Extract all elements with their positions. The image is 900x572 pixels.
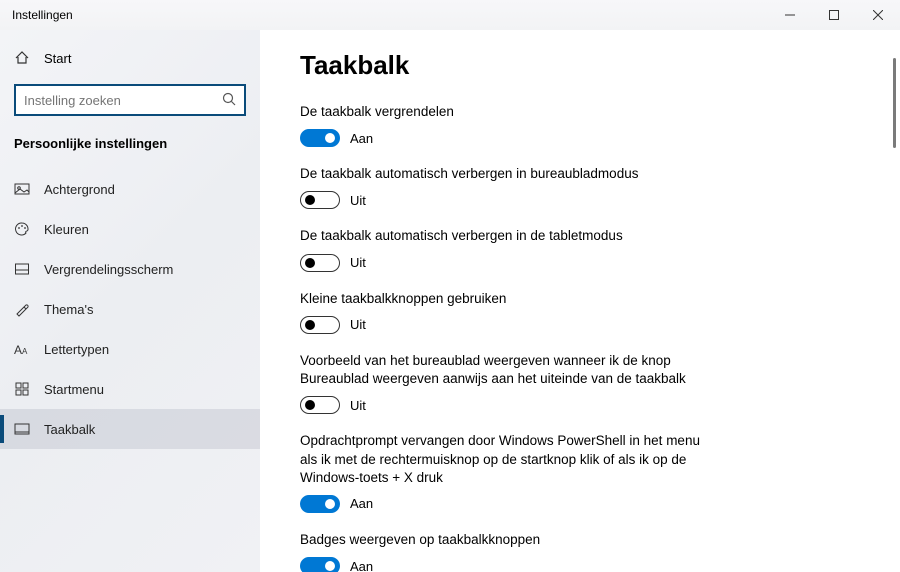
setting-label: Kleine taakbalkknoppen gebruiken — [300, 290, 710, 308]
sidebar-item-themas[interactable]: Thema's — [0, 289, 260, 329]
toggle-state: Uit — [350, 255, 366, 270]
toggle-switch[interactable] — [300, 191, 340, 209]
font-icon: AA — [14, 341, 30, 357]
setting-row: De taakbalk automatisch verbergen in bur… — [300, 165, 710, 209]
toggle-switch[interactable] — [300, 557, 340, 572]
maximize-button[interactable] — [812, 0, 856, 30]
search-icon — [222, 92, 236, 109]
toggle-state: Uit — [350, 317, 366, 332]
setting-label: De taakbalk automatisch verbergen in bur… — [300, 165, 710, 183]
scrollbar[interactable] — [893, 58, 896, 148]
sidebar-item-label: Vergrendelingsscherm — [44, 262, 173, 277]
setting-row: De taakbalk automatisch verbergen in de … — [300, 227, 710, 271]
sidebar-item-startmenu[interactable]: Startmenu — [0, 369, 260, 409]
sidebar-item-vergrendelingsscherm[interactable]: Vergrendelingsscherm — [0, 249, 260, 289]
sidebar-item-label: Thema's — [44, 302, 93, 317]
home-link[interactable]: Start — [0, 44, 260, 80]
setting-row: Voorbeeld van het bureaublad weergeven w… — [300, 352, 710, 414]
taskbar-icon — [14, 421, 30, 437]
setting-label: Badges weergeven op taakbalkknoppen — [300, 531, 710, 549]
toggle-state: Aan — [350, 131, 373, 146]
picture-icon — [14, 181, 30, 197]
setting-row: Kleine taakbalkknoppen gebruiken Uit — [300, 290, 710, 334]
home-icon — [14, 50, 30, 66]
page-title: Taakbalk — [300, 50, 870, 81]
toggle-state: Uit — [350, 193, 366, 208]
toggle-state: Aan — [350, 559, 373, 572]
main-pane: Taakbalk De taakbalk vergrendelenAanDe t… — [260, 30, 900, 572]
toggle-state: Aan — [350, 496, 373, 511]
setting-row: De taakbalk vergrendelen Aan — [300, 103, 710, 147]
setting-row: Opdrachtprompt vervangen door Windows Po… — [300, 432, 710, 513]
toggle-switch[interactable] — [300, 316, 340, 334]
toggle-switch[interactable] — [300, 254, 340, 272]
sidebar-item-achtergrond[interactable]: Achtergrond — [0, 169, 260, 209]
sidebar-item-lettertypen[interactable]: AA Lettertypen — [0, 329, 260, 369]
toggle-state: Uit — [350, 398, 366, 413]
nav-group-title: Persoonlijke instellingen — [0, 132, 260, 169]
toggle-switch[interactable] — [300, 129, 340, 147]
toggle-switch[interactable] — [300, 396, 340, 414]
setting-label: Voorbeeld van het bureaublad weergeven w… — [300, 352, 710, 388]
sidebar-item-label: Startmenu — [44, 382, 104, 397]
sidebar-item-taakbalk[interactable]: Taakbalk — [0, 409, 260, 449]
sidebar-item-label: Achtergrond — [44, 182, 115, 197]
setting-label: De taakbalk vergrendelen — [300, 103, 710, 121]
sidebar-item-label: Kleuren — [44, 222, 89, 237]
palette-icon — [14, 221, 30, 237]
toggle-switch[interactable] — [300, 495, 340, 513]
minimize-button[interactable] — [768, 0, 812, 30]
sidebar-item-label: Taakbalk — [44, 422, 95, 437]
sidebar-item-label: Lettertypen — [44, 342, 109, 357]
sidebar: Start Persoonlijke instellingen Achtergr… — [0, 30, 260, 572]
setting-label: Opdrachtprompt vervangen door Windows Po… — [300, 432, 710, 487]
titlebar: Instellingen — [0, 0, 900, 30]
setting-label: De taakbalk automatisch verbergen in de … — [300, 227, 710, 245]
sidebar-item-kleuren[interactable]: Kleuren — [0, 209, 260, 249]
theme-icon — [14, 301, 30, 317]
lockscreen-icon — [14, 261, 30, 277]
home-label: Start — [44, 51, 71, 66]
start-icon — [14, 381, 30, 397]
setting-row: Badges weergeven op taakbalkknoppen Aan — [300, 531, 710, 572]
window-title: Instellingen — [12, 8, 73, 22]
search-input[interactable] — [14, 84, 246, 116]
svg-text:A: A — [14, 343, 22, 356]
close-button[interactable] — [856, 0, 900, 30]
search-field[interactable] — [24, 93, 222, 108]
svg-text:A: A — [22, 347, 28, 356]
